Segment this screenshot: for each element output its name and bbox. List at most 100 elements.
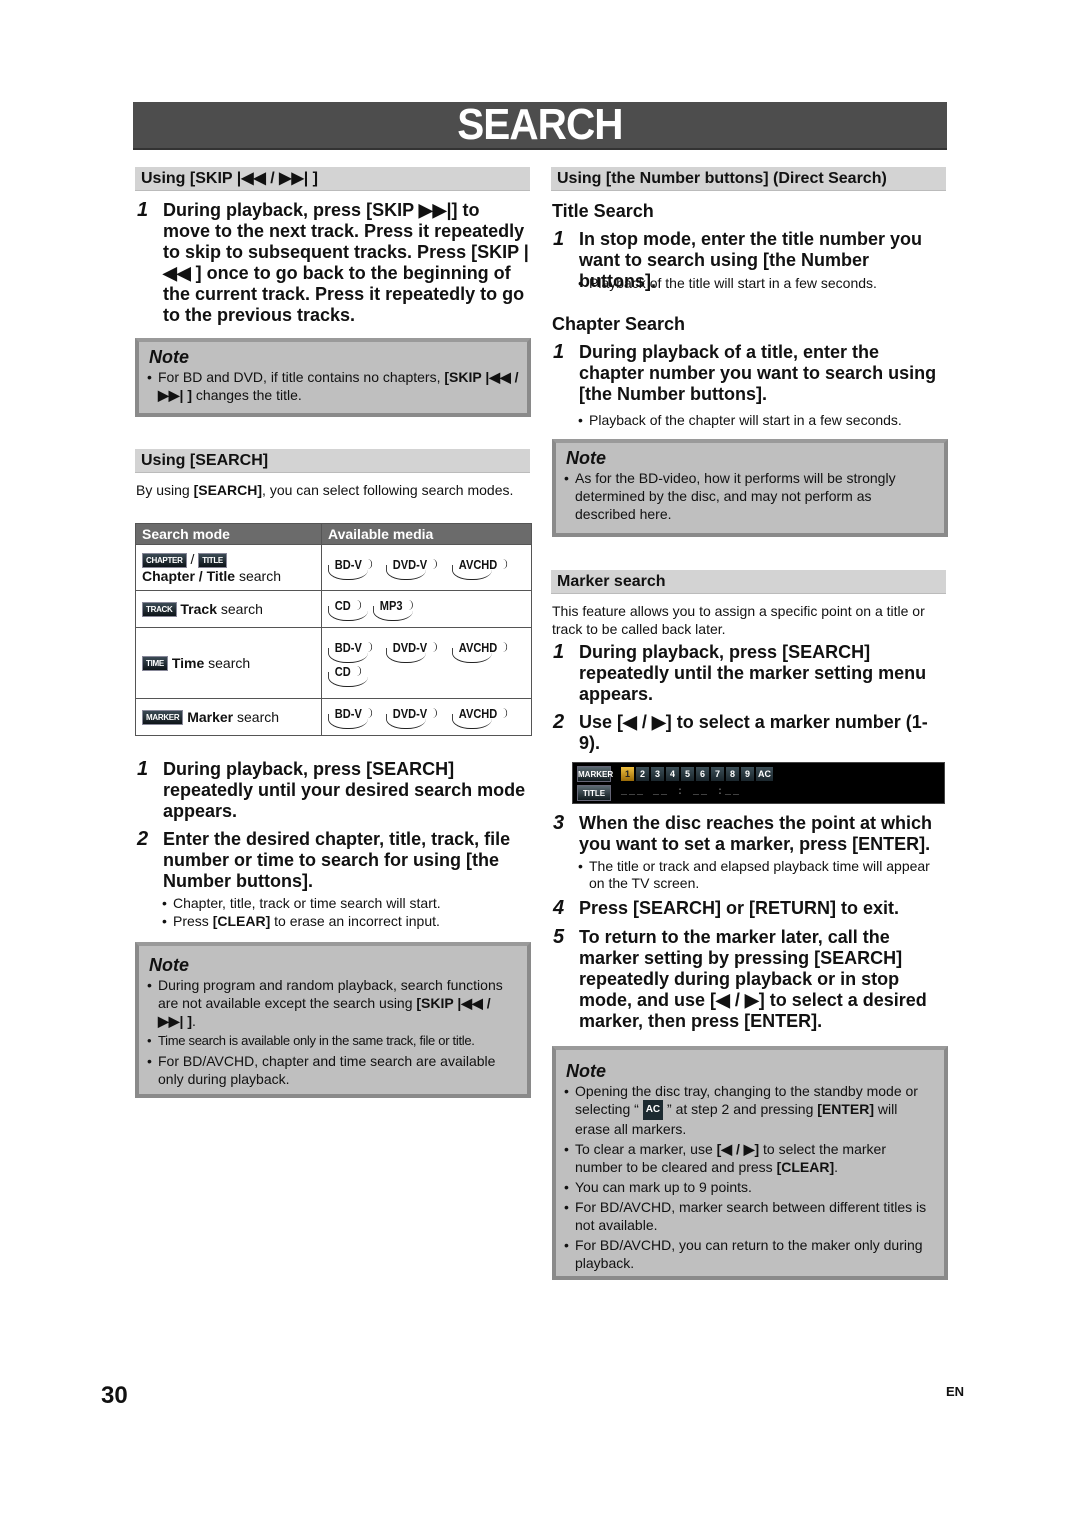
table-header-search-mode: Search mode — [135, 523, 322, 545]
page-title-banner: SEARCH — [133, 100, 947, 150]
marker-cell: 9 — [741, 767, 754, 781]
step-number: 2 — [553, 711, 565, 733]
step-text: During playback of a title, enter the ch… — [579, 342, 937, 404]
search-mode-cell: MARKER Marker search — [135, 698, 322, 736]
step-number: 1 — [553, 228, 565, 250]
note-box-marker: Note Opening the disc tray, changing to … — [552, 1046, 948, 1280]
marker-step-3-bullets: The title or track and elapsed playback … — [578, 858, 944, 892]
note-item: You can mark up to 9 points. — [564, 1178, 936, 1196]
time-badge-icon: TIME — [142, 656, 168, 672]
note-item: For BD/AVCHD, you can return to the make… — [564, 1236, 936, 1272]
marker-cell: 5 — [681, 767, 694, 781]
note-title: Note — [566, 1061, 606, 1081]
note-item: Opening the disc tray, changing to the s… — [564, 1082, 936, 1138]
marker-cell: 7 — [711, 767, 724, 781]
bullet-item: Chapter, title, track or time search wil… — [162, 894, 528, 912]
section-heading-marker-search: Marker search — [551, 570, 946, 594]
bd-v-disc-icon: BD-V — [328, 557, 372, 580]
skip-step-1: 1 During playback, press [SKIP ▶▶|] to m… — [137, 200, 529, 326]
note-title: Note — [149, 347, 189, 367]
avchd-disc-icon: AVCHD — [452, 557, 508, 580]
note-box-search: Note During program and random playback,… — [135, 942, 531, 1098]
section-heading-direct-search: Using [the Number buttons] (Direct Searc… — [551, 167, 946, 191]
marker-step-3: 3 When the disc reaches the point at whi… — [553, 813, 947, 855]
search-mode-cell: CHAPTER / TITLE Chapter / Title search — [135, 544, 322, 591]
search-step-2: 2 Enter the desired chapter, title, trac… — [137, 829, 529, 892]
search-mode-cell: TRACK Track search — [135, 590, 322, 628]
page-title: SEARCH — [457, 100, 623, 149]
dvd-v-disc-icon: DVD-V — [385, 557, 438, 580]
title-search-bullets: Playback of the title will start in a fe… — [578, 274, 944, 292]
ac-chip-icon: AC — [642, 1100, 664, 1121]
table-header-available-media: Available media — [321, 523, 532, 545]
step-number: 5 — [553, 926, 565, 948]
table-row: CHAPTER / TITLE Chapter / Title search B… — [135, 544, 532, 591]
note-item: To clear a marker, use [◀ / ▶] to select… — [564, 1140, 936, 1176]
note-item: As for the BD-video, how it performs wil… — [564, 469, 936, 523]
media-cell: BD-V DVD-V AVCHD — [321, 698, 532, 736]
chapter-search-step-1: 1 During playback of a title, enter the … — [553, 342, 947, 405]
note-title: Note — [149, 955, 189, 975]
chapter-search-bullets: Playback of the chapter will start in a … — [578, 411, 944, 429]
search-mode-cell: TIME Time search — [135, 627, 322, 699]
cd-disc-icon: CD — [328, 598, 368, 621]
step-number: 1 — [137, 199, 149, 221]
dvd-v-disc-icon: DVD-V — [385, 640, 438, 663]
note-item: For BD/AVCHD, chapter and time search ar… — [147, 1052, 519, 1088]
note-box-direct-search: Note As for the BD-video, how it perform… — [552, 439, 948, 537]
step-text: During playback, press [SEARCH] repeated… — [163, 759, 526, 821]
marker-label-icon: MARKER — [577, 766, 613, 782]
bullet-item: The title or track and elapsed playback … — [578, 858, 944, 892]
marker-osd-screen: MARKER TITLE 1 2 3 4 5 6 7 8 9 AC ___ __… — [572, 762, 945, 804]
bullet-item: Playback of the title will start in a fe… — [578, 274, 944, 292]
marker-number-cells: 1 2 3 4 5 6 7 8 9 AC — [621, 767, 773, 781]
marker-intro: This feature allows you to assign a spec… — [552, 603, 925, 637]
step-text: When the disc reaches the point at which… — [579, 813, 933, 854]
marker-cell-ac: AC — [756, 767, 773, 781]
marker-cell: 2 — [636, 767, 649, 781]
step-text: To return to the marker later, call the … — [579, 927, 927, 1031]
table-row: TRACK Track search CD MP3 — [135, 590, 532, 628]
table-row: TIME Time search BD-V DVD-V AVCHD CD — [135, 627, 532, 699]
search-mode-table: Search mode Available media CHAPTER / TI… — [135, 523, 532, 736]
search-step-2-bullets: Chapter, title, track or time search wil… — [162, 894, 528, 930]
cd-disc-icon: CD — [328, 664, 368, 687]
note-box-skip: Note For BD and DVD, if title contains n… — [135, 338, 531, 417]
bullet-item: Press [CLEAR] to erase an incorrect inpu… — [162, 912, 528, 930]
dvd-v-disc-icon: DVD-V — [385, 706, 438, 729]
media-cell: CD MP3 — [321, 590, 532, 628]
note-item: For BD/AVCHD, marker search between diff… — [564, 1198, 936, 1234]
mp3-disc-icon: MP3 — [372, 598, 413, 621]
language-label: EN — [946, 1384, 965, 1399]
table-row: MARKER Marker search BD-V DVD-V AVCHD — [135, 698, 532, 736]
title-badge-icon: TITLE — [198, 552, 227, 568]
marker-time-placeholder: ___ __ : __ :__ — [621, 787, 742, 798]
title-label-icon: TITLE — [577, 785, 611, 801]
marker-cell: 8 — [726, 767, 739, 781]
step-number: 1 — [553, 341, 565, 363]
marker-cell-selected: 1 — [621, 767, 634, 781]
step-number: 4 — [553, 897, 565, 919]
avchd-disc-icon: AVCHD — [452, 706, 508, 729]
step-number: 1 — [553, 641, 565, 663]
step-text: During playback, press [SEARCH] repeated… — [579, 642, 927, 704]
title-search-heading: Title Search — [552, 201, 654, 221]
chapter-search-heading: Chapter Search — [552, 314, 686, 334]
step-text: Press [SEARCH] or [RETURN] to exit. — [579, 898, 900, 918]
track-badge-icon: TRACK — [142, 602, 177, 618]
note-item: For BD and DVD, if title contains no cha… — [147, 368, 519, 404]
marker-step-1: 1 During playback, press [SEARCH] repeat… — [553, 642, 947, 705]
marker-step-5: 5 To return to the marker later, call th… — [553, 927, 947, 1032]
note-title: Note — [566, 448, 606, 468]
bullet-item: Playback of the chapter will start in a … — [578, 411, 944, 429]
step-text: During playback, press [SKIP ▶▶|] to mov… — [163, 200, 529, 325]
media-cell: BD-V DVD-V AVCHD CD — [321, 627, 532, 699]
bd-v-disc-icon: BD-V — [328, 706, 372, 729]
media-cell: BD-V DVD-V AVCHD — [321, 544, 532, 591]
bd-v-disc-icon: BD-V — [328, 640, 372, 663]
step-text: Use [◀ / ▶] to select a marker number (1… — [579, 712, 928, 753]
section-heading-skip: Using [SKIP |◀◀ / ▶▶| ] — [135, 167, 530, 191]
marker-cell: 4 — [666, 767, 679, 781]
note-item: During program and random playback, sear… — [147, 976, 519, 1030]
marker-cell: 6 — [696, 767, 709, 781]
